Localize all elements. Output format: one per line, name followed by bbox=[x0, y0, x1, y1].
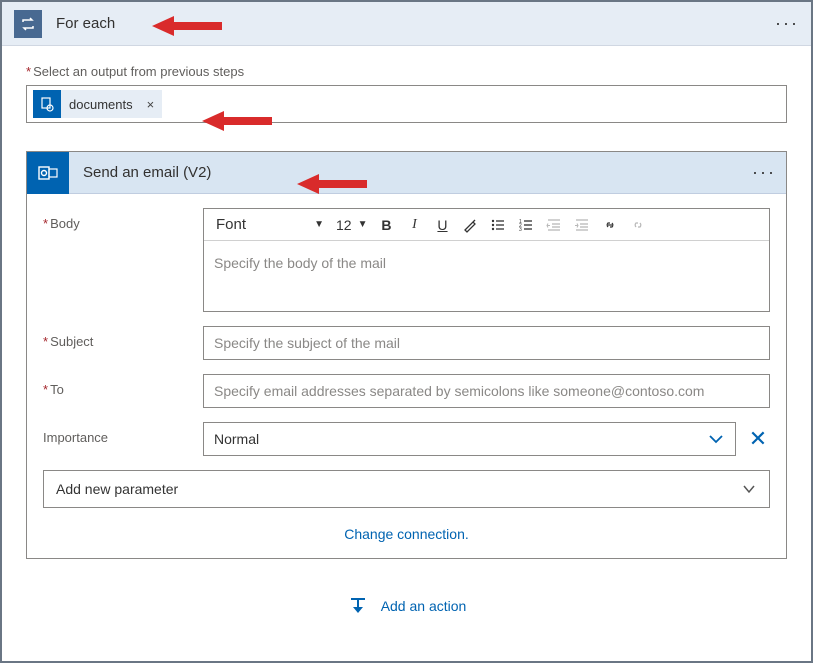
token-documents[interactable]: documents × bbox=[33, 90, 162, 118]
to-input[interactable] bbox=[203, 374, 770, 408]
add-parameter-select[interactable]: Add new parameter bbox=[43, 470, 770, 508]
email-header-bar[interactable]: Send an email (V2) ··· bbox=[27, 152, 786, 194]
foreach-header-bar[interactable]: For each ··· bbox=[2, 2, 811, 46]
outlook-icon bbox=[27, 152, 69, 194]
body-textarea[interactable]: Specify the body of the mail bbox=[204, 241, 769, 311]
font-size-selector[interactable]: 12▼ bbox=[332, 212, 371, 238]
italic-icon[interactable]: I bbox=[401, 212, 427, 238]
unlink-icon[interactable] bbox=[625, 212, 651, 238]
email-action-card: Send an email (V2) ··· *Body Font▼ bbox=[26, 151, 787, 559]
bold-icon[interactable]: B bbox=[373, 212, 399, 238]
font-selector[interactable]: Font▼ bbox=[210, 212, 330, 238]
to-label: *To bbox=[43, 374, 203, 397]
add-parameter-label: Add new parameter bbox=[56, 481, 178, 497]
email-title: Send an email (V2) bbox=[83, 164, 211, 181]
foreach-menu-button[interactable]: ··· bbox=[775, 13, 799, 34]
subject-label: *Subject bbox=[43, 326, 203, 349]
select-output-label: *Select an output from previous steps bbox=[26, 64, 787, 79]
outdent-icon[interactable] bbox=[541, 212, 567, 238]
loop-icon bbox=[14, 10, 42, 38]
email-menu-button[interactable]: ··· bbox=[752, 162, 776, 183]
body-label: *Body bbox=[43, 208, 203, 231]
token-label: documents bbox=[69, 97, 139, 112]
importance-label: Importance bbox=[43, 422, 203, 445]
importance-value: Normal bbox=[214, 431, 259, 447]
underline-icon[interactable]: U bbox=[429, 212, 455, 238]
clear-importance-button[interactable]: ✕ bbox=[746, 426, 770, 452]
add-action-label: Add an action bbox=[381, 598, 467, 614]
bullet-list-icon[interactable] bbox=[485, 212, 511, 238]
chevron-down-icon bbox=[707, 430, 725, 448]
svg-text:3: 3 bbox=[519, 227, 522, 233]
numbered-list-icon[interactable]: 1 2 3 bbox=[513, 212, 539, 238]
indent-icon[interactable] bbox=[569, 212, 595, 238]
add-action-icon bbox=[347, 595, 369, 617]
link-icon[interactable] bbox=[597, 212, 623, 238]
subject-input[interactable] bbox=[203, 326, 770, 360]
token-remove-icon[interactable]: × bbox=[139, 97, 163, 112]
documents-token-icon bbox=[33, 90, 61, 118]
add-action-button[interactable]: Add an action bbox=[26, 595, 787, 617]
chevron-down-icon bbox=[741, 481, 757, 497]
change-connection-link[interactable]: Change connection. bbox=[43, 526, 770, 542]
output-token-input[interactable]: documents × bbox=[26, 85, 787, 123]
foreach-title: For each bbox=[56, 15, 115, 32]
color-icon[interactable] bbox=[457, 212, 483, 238]
body-editor[interactable]: Font▼ 12▼ B I U bbox=[203, 208, 770, 312]
importance-select[interactable]: Normal bbox=[203, 422, 736, 456]
richtext-toolbar: Font▼ 12▼ B I U bbox=[204, 209, 769, 241]
